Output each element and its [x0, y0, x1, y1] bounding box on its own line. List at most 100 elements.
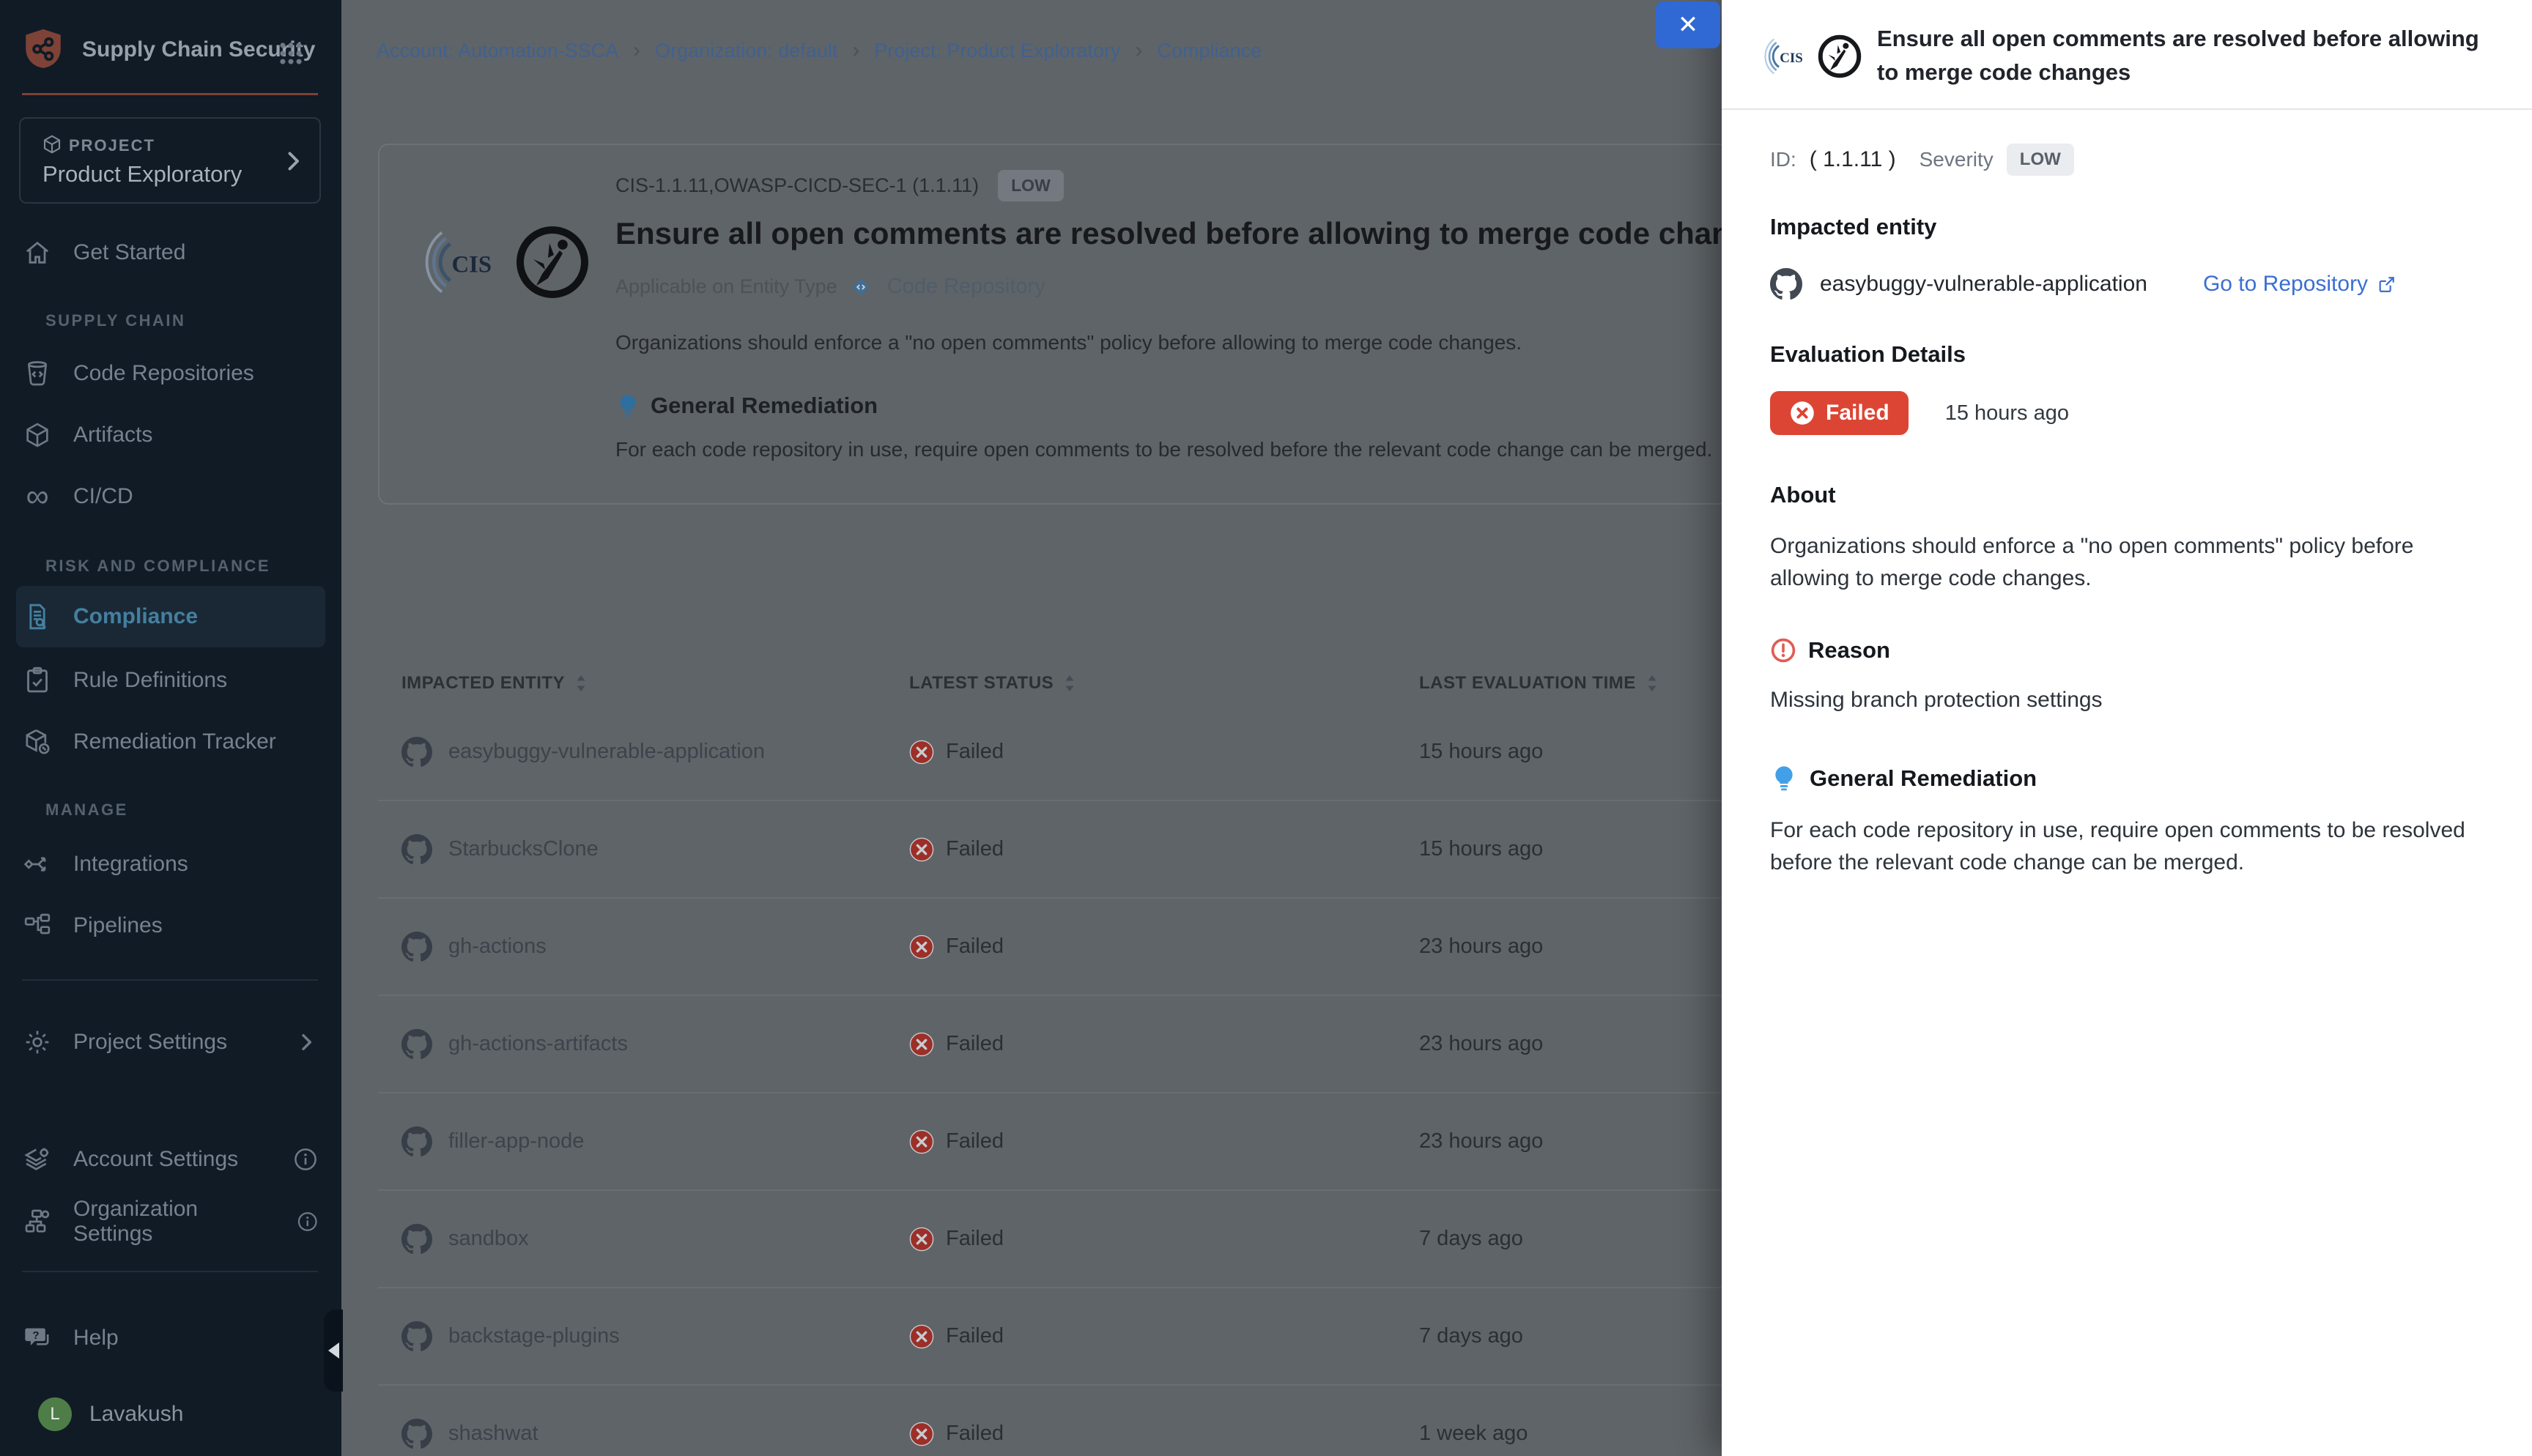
evaluation-time: 7 days ago	[1419, 1324, 1523, 1348]
rule-detail-drawer: ✕ Ensure all open comments are resolved …	[1722, 0, 2532, 1456]
go-to-repository-link[interactable]: Go to Repository	[2203, 272, 2397, 297]
compliance-doc-search-icon	[22, 601, 53, 632]
entity-type: Code Repository	[887, 275, 1045, 299]
table-row[interactable]: sandbox Failed 7 days ago	[378, 1191, 1722, 1288]
section-label-manage: MANAGE	[45, 801, 128, 820]
user-menu[interactable]: L Lavakush	[38, 1397, 183, 1431]
info-icon[interactable]	[293, 1147, 318, 1172]
evaluation-time: 23 hours ago	[1419, 1129, 1543, 1153]
lightbulb-icon	[615, 393, 640, 418]
github-icon	[401, 1224, 432, 1255]
evaluation-time: 15 hours ago	[1419, 740, 1543, 763]
col-last-evaluation-time: LAST EVALUATION TIME	[1419, 673, 1636, 694]
owasp-logo	[1817, 34, 1862, 79]
chevron-right-icon	[280, 148, 306, 174]
project-name: Product Exploratory	[42, 161, 242, 187]
table-row[interactable]: gh-actions Failed 23 hours ago	[378, 899, 1722, 996]
table-row[interactable]: shashwat Failed 1 week ago	[378, 1386, 1722, 1456]
status-label: Failed	[946, 1032, 1004, 1056]
sidebar-item-compliance[interactable]: Compliance	[16, 586, 325, 647]
code-repo-icon	[22, 358, 53, 389]
sidebar-item-cicd[interactable]: ∞ CI/CD	[22, 474, 318, 519]
breadcrumb-project[interactable]: Project: Product Exploratory	[874, 40, 1120, 62]
github-icon	[401, 1029, 432, 1060]
github-icon	[1770, 268, 1802, 300]
github-icon	[401, 737, 432, 768]
main-content: Account: Automation-SSCA › Organization:…	[341, 0, 1722, 1456]
section-label-risk-compliance: RISK AND COMPLIANCE	[45, 557, 270, 576]
sidebar-item-rule-definitions[interactable]: Rule Definitions	[22, 658, 318, 703]
lightbulb-icon	[1770, 765, 1798, 792]
table-row[interactable]: StarbucksClone Failed 15 hours ago	[378, 801, 1722, 899]
sidebar-item-label: Project Settings	[73, 1030, 227, 1055]
rule-description: Organizations should enforce a "no open …	[615, 331, 1722, 354]
sidebar-item-label: Organization Settings	[73, 1197, 256, 1247]
info-icon[interactable]	[297, 1209, 318, 1234]
close-drawer-button[interactable]: ✕	[1656, 1, 1720, 48]
entity-name: backstage-plugins	[448, 1324, 620, 1348]
sidebar-item-project-settings[interactable]: Project Settings	[22, 1019, 318, 1065]
evaluation-details-heading: Evaluation Details	[1770, 341, 2488, 368]
user-name: Lavakush	[89, 1402, 183, 1427]
failed-status-icon	[909, 1129, 934, 1154]
sidebar-item-label: CI/CD	[73, 484, 133, 509]
general-remediation-heading: General Remediation	[1810, 765, 2037, 792]
table-row[interactable]: easybuggy-vulnerable-application Failed …	[378, 704, 1722, 801]
status-label: Failed	[946, 740, 1004, 764]
sidebar-item-label: Compliance	[73, 604, 198, 629]
sidebar-item-code-repositories[interactable]: Code Repositories	[22, 351, 318, 396]
evaluation-time: 7 days ago	[1419, 1227, 1523, 1250]
status-label: Failed	[946, 1129, 1004, 1154]
id-label: ID:	[1770, 148, 1796, 171]
app-switcher-grid-icon[interactable]	[277, 40, 305, 67]
sidebar-item-organization-settings[interactable]: Organization Settings	[22, 1199, 318, 1244]
breadcrumb-separator: ›	[633, 38, 640, 63]
breadcrumb-organization[interactable]: Organization: default	[655, 40, 837, 62]
severity-badge: LOW	[2007, 144, 2074, 176]
sidebar-item-label: Code Repositories	[73, 361, 254, 386]
sort-icon[interactable]	[1645, 673, 1659, 694]
evaluation-time: 1 week ago	[1419, 1422, 1528, 1445]
entity-table-header: IMPACTED ENTITY LATEST STATUS LAST EVALU…	[378, 663, 1722, 704]
sort-icon[interactable]	[1062, 673, 1077, 694]
github-icon	[401, 1321, 432, 1352]
breadcrumb-account[interactable]: Account: Automation-SSCA	[377, 40, 618, 62]
sidebar-collapse-toggle[interactable]	[324, 1310, 343, 1392]
project-label: PROJECT	[69, 136, 155, 155]
table-row[interactable]: gh-actions-artifacts Failed 23 hours ago	[378, 996, 1722, 1093]
sidebar-divider	[22, 979, 318, 981]
sidebar-item-remediation-tracker[interactable]: Remediation Tracker	[22, 719, 318, 765]
sidebar-item-label: Integrations	[73, 852, 188, 877]
project-selector[interactable]: PROJECT Product Exploratory	[19, 117, 321, 204]
artifacts-box-icon	[22, 420, 53, 450]
impacted-entity-heading: Impacted entity	[1770, 214, 2488, 240]
sidebar-item-account-settings[interactable]: Account Settings	[22, 1137, 318, 1182]
sidebar-item-get-started[interactable]: Get Started	[22, 230, 318, 275]
github-icon	[401, 1419, 432, 1449]
sidebar-item-label: Rule Definitions	[73, 668, 227, 693]
sidebar-item-artifacts[interactable]: Artifacts	[22, 412, 318, 458]
sidebar-item-label: Remediation Tracker	[73, 729, 276, 754]
github-icon	[401, 834, 432, 865]
evaluated-time: 15 hours ago	[1945, 401, 2069, 426]
entity-table: IMPACTED ENTITY LATEST STATUS LAST EVALU…	[378, 663, 1722, 1456]
supply-chain-shield-icon	[21, 25, 66, 73]
avatar: L	[38, 1397, 72, 1431]
sidebar-item-integrations[interactable]: Integrations	[22, 842, 318, 887]
rule-code: CIS-1.1.11,OWASP-CICD-SEC-1 (1.1.11)	[615, 174, 979, 197]
applicable-label: Applicable on Entity Type	[615, 275, 837, 298]
sidebar-divider	[22, 1271, 318, 1272]
entity-name: sandbox	[448, 1227, 529, 1251]
table-row[interactable]: backstage-plugins Failed 7 days ago	[378, 1288, 1722, 1386]
sidebar-item-label: Get Started	[73, 240, 185, 265]
sidebar-item-help[interactable]: ? Help	[22, 1315, 318, 1361]
rule-header-card: CIS-1.1.11,OWASP-CICD-SEC-1 (1.1.11) LOW…	[378, 144, 1722, 505]
sort-icon[interactable]	[574, 673, 588, 694]
project-cube-icon	[41, 133, 63, 155]
chevron-right-icon	[295, 1030, 318, 1054]
breadcrumb-compliance[interactable]: Compliance	[1158, 40, 1262, 62]
entity-name: gh-actions	[448, 935, 547, 959]
sidebar-item-pipelines[interactable]: Pipelines	[22, 903, 318, 948]
failed-status-icon	[909, 1032, 934, 1057]
table-row[interactable]: filler-app-node Failed 23 hours ago	[378, 1093, 1722, 1191]
